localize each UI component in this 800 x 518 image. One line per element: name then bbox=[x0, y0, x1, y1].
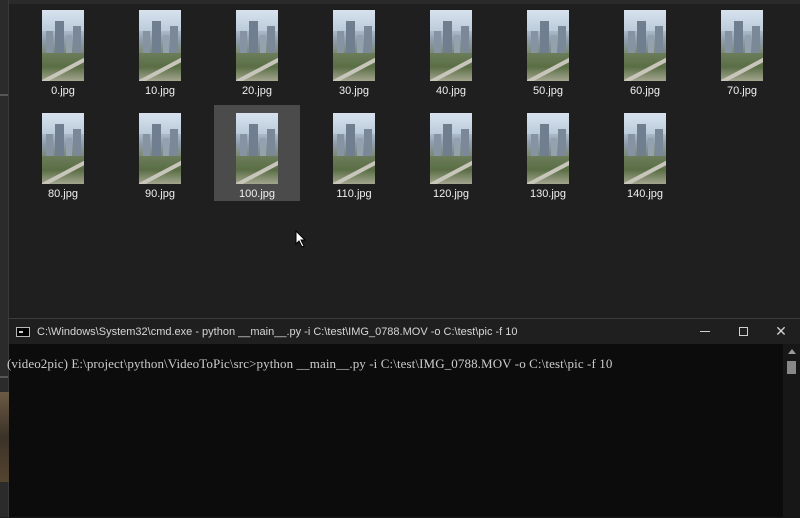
file-thumbnail bbox=[236, 10, 278, 81]
file-item[interactable]: 20.jpg bbox=[214, 2, 300, 98]
file-item[interactable]: 60.jpg bbox=[602, 2, 688, 98]
file-thumbnail bbox=[430, 10, 472, 81]
file-name: 140.jpg bbox=[626, 188, 664, 200]
close-icon: ✕ bbox=[775, 323, 787, 339]
file-item[interactable]: 110.jpg bbox=[311, 105, 397, 201]
file-item[interactable]: 130.jpg bbox=[505, 105, 591, 201]
console-scrollbar[interactable] bbox=[783, 344, 800, 518]
file-thumbnail bbox=[430, 113, 472, 184]
edge-tick bbox=[0, 94, 8, 96]
command-prompt-line: (video2pic) E:\project\python\VideoToPic… bbox=[7, 356, 613, 371]
file-name: 10.jpg bbox=[145, 85, 175, 97]
file-thumbnail bbox=[527, 10, 569, 81]
file-item[interactable]: 90.jpg bbox=[117, 105, 203, 201]
background-window-strip bbox=[0, 392, 9, 482]
file-explorer-pane: 0.jpg 10.jpg 20.jpg 30.jpg 40.jpg 50.jpg 60.jp… bbox=[0, 0, 800, 318]
file-item[interactable]: 30.jpg bbox=[311, 2, 397, 98]
file-thumbnail bbox=[42, 113, 84, 184]
file-item[interactable]: 80.jpg bbox=[20, 105, 106, 201]
file-name: 60.jpg bbox=[630, 85, 660, 97]
file-thumbnail bbox=[236, 113, 278, 184]
edge-tick bbox=[0, 376, 8, 378]
minimize-button[interactable] bbox=[686, 319, 724, 344]
close-button[interactable]: ✕ bbox=[762, 319, 800, 344]
file-item[interactable]: 10.jpg bbox=[117, 2, 203, 98]
cmd-app-icon bbox=[16, 326, 30, 337]
file-item[interactable]: 100.jpg bbox=[214, 105, 300, 201]
file-item[interactable]: 0.jpg bbox=[20, 2, 106, 98]
file-name: 0.jpg bbox=[51, 85, 75, 97]
file-name: 30.jpg bbox=[339, 85, 369, 97]
file-thumbnail bbox=[42, 10, 84, 81]
file-name: 50.jpg bbox=[533, 85, 563, 97]
scroll-thumb[interactable] bbox=[787, 361, 796, 374]
file-thumbnail bbox=[139, 113, 181, 184]
file-thumbnail bbox=[333, 10, 375, 81]
file-name: 40.jpg bbox=[436, 85, 466, 97]
file-thumbnail bbox=[527, 113, 569, 184]
file-name: 20.jpg bbox=[242, 85, 272, 97]
file-thumbnail bbox=[333, 113, 375, 184]
file-name: 100.jpg bbox=[238, 188, 276, 200]
file-name: 120.jpg bbox=[432, 188, 470, 200]
file-item[interactable]: 40.jpg bbox=[408, 2, 494, 98]
file-name: 90.jpg bbox=[145, 188, 175, 200]
cmd-window-title: C:\Windows\System32\cmd.exe - python __m… bbox=[37, 325, 518, 338]
maximize-icon bbox=[738, 327, 748, 336]
scroll-up-icon[interactable] bbox=[783, 344, 800, 358]
file-name: 80.jpg bbox=[48, 188, 78, 200]
file-item[interactable]: 70.jpg bbox=[699, 2, 785, 98]
file-thumbnail bbox=[624, 10, 666, 81]
maximize-button[interactable] bbox=[724, 319, 762, 344]
file-name: 70.jpg bbox=[727, 85, 757, 97]
minimize-icon bbox=[700, 331, 710, 332]
file-thumbnail bbox=[139, 10, 181, 81]
file-name: 110.jpg bbox=[336, 188, 372, 200]
file-thumbnail bbox=[624, 113, 666, 184]
file-item[interactable]: 120.jpg bbox=[408, 105, 494, 201]
file-name: 130.jpg bbox=[529, 188, 567, 200]
console-output[interactable]: (video2pic) E:\project\python\VideoToPic… bbox=[7, 344, 783, 518]
cmd-titlebar[interactable]: C:\Windows\System32\cmd.exe - python __m… bbox=[9, 319, 800, 344]
file-thumbnail bbox=[721, 10, 763, 81]
file-item[interactable]: 140.jpg bbox=[602, 105, 688, 201]
file-item[interactable]: 50.jpg bbox=[505, 2, 591, 98]
cmd-window[interactable]: C:\Windows\System32\cmd.exe - python __m… bbox=[7, 318, 800, 518]
